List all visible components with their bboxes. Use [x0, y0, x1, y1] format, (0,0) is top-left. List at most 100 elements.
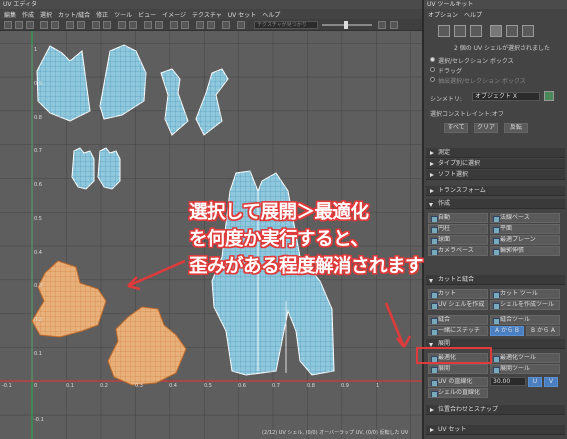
menu-edit[interactable]: 編集: [4, 10, 16, 19]
create-contour-stretch-button[interactable]: 輪郭伸張: [490, 246, 560, 256]
select-all-button[interactable]: すべて: [444, 123, 468, 133]
menu-uv-set[interactable]: UV セット: [228, 10, 256, 19]
create-sphere-button[interactable]: 球面: [428, 235, 488, 245]
texture-list-icon[interactable]: [237, 21, 245, 29]
toolkit-menu-options[interactable]: オプション: [428, 10, 458, 19]
menu-modify[interactable]: 修正: [96, 10, 108, 19]
section-align-snap[interactable]: 位置合わせとスナップ: [426, 405, 565, 415]
radio-extract-box[interactable]: [430, 77, 435, 82]
create-camera-based-button[interactable]: カメラベース: [428, 246, 488, 256]
edge-mode-icon[interactable]: [454, 25, 466, 37]
axis-label-uneg01: -0.1: [2, 383, 12, 389]
uv-mode-icon[interactable]: [470, 25, 482, 37]
create-normal-based-button[interactable]: 法線ベース: [490, 213, 560, 223]
stitch-b-to-a-button[interactable]: B から A: [526, 326, 560, 336]
section-uv-set[interactable]: UV セット: [426, 425, 565, 435]
flip-icon[interactable]: [40, 21, 48, 29]
gamma-icon[interactable]: [155, 21, 163, 29]
create-best-plane-button[interactable]: 最適プレーン: [490, 235, 560, 245]
create-auto-button[interactable]: 自動: [428, 213, 488, 223]
axis-label-u08: 0.8: [307, 383, 315, 389]
exposure-slider-handle[interactable]: [344, 21, 348, 29]
cut-button[interactable]: カット: [428, 289, 488, 299]
axis-label-v01: 0.1: [34, 351, 42, 357]
selection-info: 2 個の UV シェルが選択されました: [454, 45, 551, 52]
symmetry-dropdown[interactable]: オブジェクト X: [472, 92, 540, 101]
radio-select-box[interactable]: [430, 57, 435, 62]
select-invert-button[interactable]: 反転: [504, 123, 528, 133]
menu-create[interactable]: 作成: [22, 10, 34, 19]
menu-texture[interactable]: テクスチャ: [192, 10, 222, 19]
axis-label-u06: 0.6: [238, 383, 246, 389]
unfold-button[interactable]: 展開: [428, 364, 488, 374]
unfold-tool-button[interactable]: 展開ツール: [490, 364, 560, 374]
axis-label-u05: 0.5: [204, 383, 212, 389]
move-tool-icon[interactable]: [15, 21, 23, 29]
image-icon[interactable]: [77, 21, 85, 29]
vertex-mode-icon[interactable]: [490, 25, 502, 37]
menu-help[interactable]: ヘルプ: [262, 10, 280, 19]
section-measure[interactable]: 測定: [426, 148, 565, 158]
select-tool-icon[interactable]: [4, 21, 12, 29]
menu-tools[interactable]: ツール: [114, 10, 132, 19]
uv-editor-toolbar: テクスチャが見つかり: [0, 19, 422, 31]
select-clear-button[interactable]: クリア: [474, 123, 498, 133]
menu-image[interactable]: イメージ: [162, 10, 186, 19]
menu-view[interactable]: ビュー: [138, 10, 156, 19]
shaded-icon[interactable]: [92, 21, 100, 29]
uv-toolkit-title: UV ツールキット: [424, 0, 567, 9]
straighten-u-button[interactable]: U: [528, 377, 542, 387]
texture-filter-icon[interactable]: [170, 21, 178, 29]
align-icon[interactable]: [51, 21, 59, 29]
symmetry-grid-icon[interactable]: [544, 91, 554, 101]
axis-label-v05: 0.5: [34, 216, 42, 222]
section-create[interactable]: 作成: [426, 199, 565, 209]
uv-borders-icon[interactable]: [207, 21, 215, 29]
axis-label-u1: 1: [376, 383, 379, 389]
toolkit-menu-help[interactable]: ヘルプ: [464, 10, 482, 19]
cut-tool-button[interactable]: カット ツール: [490, 289, 560, 299]
create-shell-tool-button[interactable]: シェルを作成ツール: [490, 300, 560, 310]
uv-shell-mode-icon[interactable]: [438, 25, 450, 37]
rotate-tool-icon[interactable]: [26, 21, 34, 29]
create-cylinder-button[interactable]: 円柱: [428, 224, 488, 234]
constraint-value[interactable]: オフ: [492, 109, 504, 118]
menu-select[interactable]: 選択: [40, 10, 52, 19]
symmetry-label: シンメトリ:: [430, 96, 462, 103]
exposure-icon[interactable]: [144, 21, 152, 29]
section-soft-select[interactable]: ソフト選択: [426, 170, 565, 180]
section-cut-sew[interactable]: カットと縫合: [426, 275, 565, 285]
settings-icon[interactable]: [378, 21, 386, 29]
stitch-a-to-b-button[interactable]: A から B: [490, 326, 524, 336]
face-mode-icon[interactable]: [506, 25, 518, 37]
snapshot-icon[interactable]: [129, 21, 137, 29]
create-uv-shell-button[interactable]: UV シェルを作成: [428, 300, 488, 310]
radio-select-box-label: 選択/セレクション ボックス: [438, 58, 514, 65]
shell-select-icon[interactable]: [522, 25, 534, 37]
color-channel-icon[interactable]: [196, 21, 204, 29]
display-icon[interactable]: [222, 21, 230, 29]
optimize-tool-button[interactable]: 最適化ツール: [490, 353, 560, 363]
section-select-by-type[interactable]: タイプ別に選択: [426, 159, 565, 169]
grid-icon[interactable]: [66, 21, 74, 29]
sew-button[interactable]: 縫合: [428, 315, 488, 325]
section-transform[interactable]: トランスフォーム: [426, 186, 565, 196]
straighten-v-button[interactable]: V: [544, 377, 558, 387]
radio-drag[interactable]: [430, 67, 435, 72]
distortion-icon[interactable]: [118, 21, 126, 29]
sew-tool-button[interactable]: 縫合ツール: [490, 315, 560, 325]
axis-label-u04: 0.4: [169, 383, 177, 389]
dim-image-icon[interactable]: [181, 21, 189, 29]
menu-cut-sew[interactable]: カット/縫合: [58, 10, 90, 19]
straighten-shell-button[interactable]: シェルの直線化: [428, 388, 488, 398]
stitch-together-button[interactable]: 一緒にステッチ: [428, 326, 488, 336]
radio-extract-box-label: 抽出選択/セレクション ボックス: [438, 78, 526, 85]
pin-icon[interactable]: [390, 21, 398, 29]
straighten-uv-button[interactable]: UV の直線化: [428, 377, 488, 387]
checker-icon[interactable]: [103, 21, 111, 29]
axis-label-v08: 0.8: [34, 115, 42, 121]
straighten-angle-field[interactable]: 30.00: [490, 377, 526, 386]
axis-label-v06: 0.6: [34, 182, 42, 188]
create-planar-button[interactable]: 平面: [490, 224, 560, 234]
texture-search-input[interactable]: テクスチャが見つかり: [254, 21, 318, 29]
